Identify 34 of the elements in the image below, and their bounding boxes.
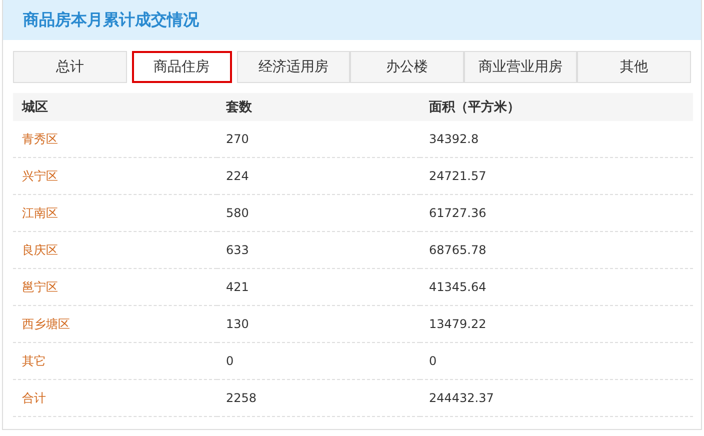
tab[interactable]: 总计 — [13, 51, 127, 83]
district-cell: 青秀区 — [13, 121, 217, 158]
district-cell: 邕宁区 — [13, 268, 217, 306]
column-header: 面积（平方米） — [420, 93, 693, 121]
tab[interactable]: 商业营业用房 — [464, 51, 578, 83]
district-cell: 江南区 — [13, 194, 217, 232]
column-header: 城区 — [13, 93, 217, 121]
table-cell: 68765.78 — [420, 232, 693, 268]
district-cell: 良庆区 — [13, 232, 217, 268]
district-cell: 兴宁区 — [13, 158, 217, 194]
column-header: 套数 — [217, 93, 420, 121]
district-cell: 其它 — [13, 342, 217, 380]
table-cell: 2258 — [217, 380, 420, 416]
district-cell: 西乡塘区 — [13, 306, 217, 342]
table-cell: 0 — [420, 342, 693, 380]
table-cell: 13479.22 — [420, 306, 693, 342]
table-cell: 580 — [217, 194, 420, 232]
table-cell: 61727.36 — [420, 194, 693, 232]
district-cell: 合计 — [13, 380, 217, 416]
table-cell: 41345.64 — [420, 268, 693, 306]
tab[interactable]: 经济适用房 — [236, 51, 350, 83]
table-cell: 34392.8 — [420, 121, 693, 158]
tab[interactable]: 商品住房 — [132, 51, 232, 83]
table-cell: 270 — [217, 121, 420, 158]
table-cell: 633 — [217, 232, 420, 268]
table-cell: 0 — [217, 342, 420, 380]
table-cell: 421 — [217, 268, 420, 306]
tab[interactable]: 其他 — [577, 51, 691, 83]
tab[interactable]: 办公楼 — [350, 51, 464, 83]
table-cell: 130 — [217, 306, 420, 342]
table-cell: 224 — [217, 158, 420, 194]
table-cell: 244432.37 — [420, 380, 693, 416]
panel-title: 商品房本月累计成交情况 — [23, 10, 199, 30]
table-cell: 24721.57 — [420, 158, 693, 194]
